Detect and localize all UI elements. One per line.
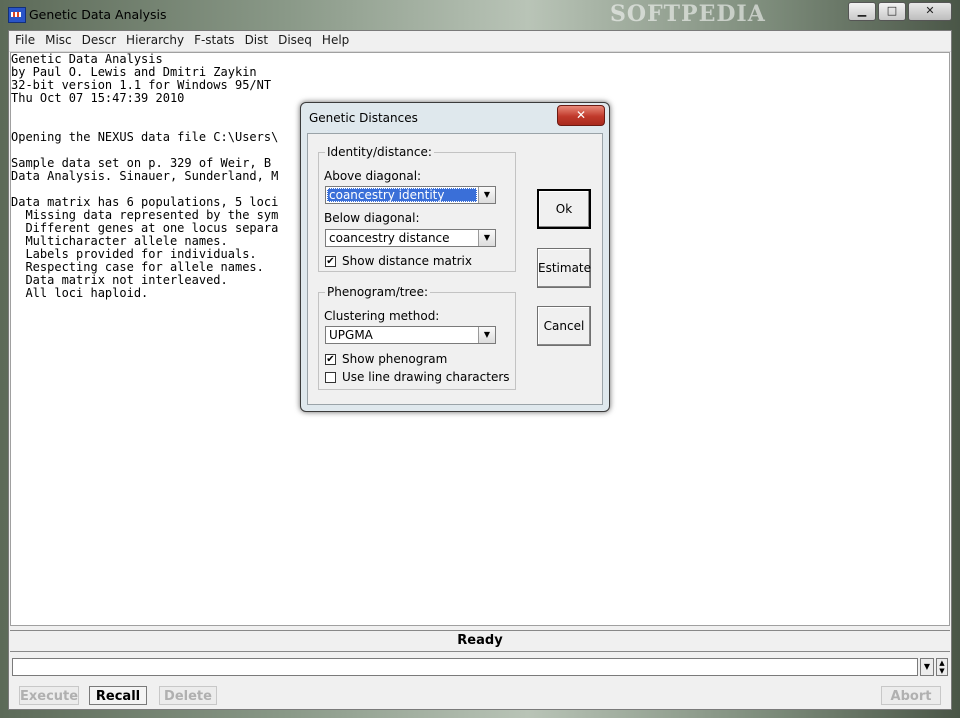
menu-bar: File Misc Descr Hierarchy F-stats Dist D…: [9, 31, 951, 52]
output-line: Data Analysis. Sinauer, Sunderland, M: [11, 169, 279, 183]
show-phenogram-label: Show phenogram: [342, 352, 448, 366]
scroll-up-icon[interactable]: ▲: [937, 659, 947, 667]
output-line: Thu Oct 07 15:47:39 2010: [11, 91, 185, 105]
show-distance-matrix-label: Show distance matrix: [342, 254, 472, 268]
chevron-down-icon[interactable]: ▼: [478, 187, 495, 203]
command-history-dropdown[interactable]: ▼: [920, 658, 934, 676]
phenogram-tree-group: Phenogram/tree: Clustering method: UPGMA…: [318, 285, 516, 390]
check-icon: ✔: [325, 353, 336, 365]
dialog-title: Genetic Distances: [309, 111, 418, 125]
line-drawing-checkbox[interactable]: Use line drawing characters: [325, 370, 510, 384]
identity-distance-group: Identity/distance: Above diagonal: coanc…: [318, 145, 516, 272]
below-diagonal-label: Below diagonal:: [324, 211, 420, 225]
chevron-down-icon: ▼: [923, 662, 931, 671]
dialog-body: Identity/distance: Above diagonal: coanc…: [307, 133, 603, 405]
scroll-down-icon[interactable]: ▼: [937, 667, 947, 675]
menu-misc[interactable]: Misc: [40, 31, 77, 51]
group-label: Identity/distance:: [325, 145, 434, 159]
minimize-button[interactable]: ▁: [848, 2, 876, 21]
below-diagonal-select[interactable]: coancestry distance ▼: [325, 229, 496, 247]
app-icon: [8, 7, 26, 23]
output-line: Opening the NEXUS data file C:\Users\: [11, 130, 279, 144]
above-diagonal-label: Above diagonal:: [324, 169, 422, 183]
estimate-button[interactable]: Estimate: [537, 248, 591, 288]
output-line: All loci haploid.: [11, 286, 149, 300]
app-window: Genetic Data Analysis SOFTPEDIA ▁ □ ✕ Fi…: [0, 0, 960, 718]
group-label: Phenogram/tree:: [325, 285, 430, 299]
clustering-method-select[interactable]: UPGMA ▼: [325, 326, 496, 344]
show-phenogram-checkbox[interactable]: ✔ Show phenogram: [325, 352, 447, 366]
genetic-distances-dialog: Genetic Distances ✕ Identity/distance: A…: [300, 102, 610, 412]
status-bar: Ready: [10, 630, 950, 652]
cancel-button[interactable]: Cancel: [537, 306, 591, 346]
command-input[interactable]: [12, 658, 918, 676]
menu-descr[interactable]: Descr: [77, 31, 121, 51]
above-diagonal-value: coancestry identity: [327, 188, 477, 202]
chevron-down-icon[interactable]: ▼: [478, 327, 495, 343]
ok-button[interactable]: Ok: [537, 189, 591, 229]
menu-dist[interactable]: Dist: [240, 31, 274, 51]
clustering-method-value: UPGMA: [329, 328, 373, 342]
close-icon: ✕: [575, 108, 587, 122]
menu-diseq[interactable]: Diseq: [273, 31, 317, 51]
line-drawing-label: Use line drawing characters: [342, 370, 510, 384]
menu-f-stats[interactable]: F-stats: [189, 31, 240, 51]
below-diagonal-value: coancestry distance: [329, 231, 450, 245]
checkbox-empty-icon: [325, 371, 336, 383]
menu-help[interactable]: Help: [317, 31, 354, 51]
softpedia-watermark: SOFTPEDIA: [610, 1, 766, 27]
menu-file[interactable]: File: [9, 31, 40, 51]
command-scrollbar[interactable]: ▲ ▼: [936, 658, 948, 676]
chevron-down-icon[interactable]: ▼: [478, 230, 495, 246]
abort-button[interactable]: Abort: [881, 686, 941, 705]
close-button[interactable]: ✕: [908, 2, 952, 21]
caption-buttons: ▁ □ ✕: [846, 2, 952, 21]
show-distance-matrix-checkbox[interactable]: ✔ Show distance matrix: [325, 254, 472, 268]
title-bar[interactable]: Genetic Data Analysis SOFTPEDIA ▁ □ ✕: [0, 0, 960, 30]
execute-button[interactable]: Execute: [19, 686, 79, 705]
command-buttons: Execute Recall Delete Abort: [9, 684, 951, 708]
dialog-close-button[interactable]: ✕: [557, 105, 605, 126]
clustering-method-label: Clustering method:: [324, 309, 440, 323]
menu-hierarchy[interactable]: Hierarchy: [121, 31, 189, 51]
check-icon: ✔: [325, 255, 336, 267]
recall-button[interactable]: Recall: [89, 686, 147, 705]
delete-button[interactable]: Delete: [159, 686, 217, 705]
above-diagonal-select[interactable]: coancestry identity ▼: [325, 186, 496, 204]
window-title: Genetic Data Analysis: [29, 7, 167, 22]
maximize-button[interactable]: □: [878, 2, 906, 21]
command-row: ▼ ▲ ▼: [12, 658, 948, 678]
